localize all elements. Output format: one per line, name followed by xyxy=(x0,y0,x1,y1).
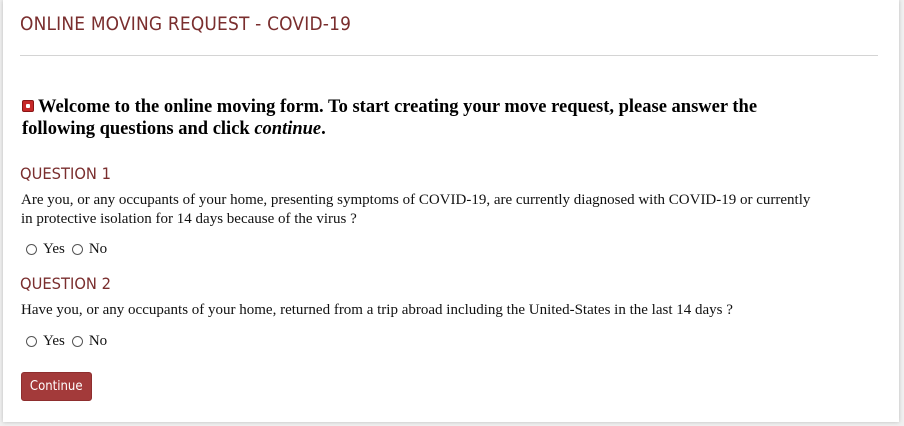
welcome-text: Welcome to the online moving form. To st… xyxy=(22,97,758,139)
square-bullet-icon xyxy=(22,100,34,112)
question-2-no-radio[interactable] xyxy=(71,335,83,347)
question-1-no-label[interactable]: No xyxy=(89,241,107,258)
question-2-yes-radio[interactable] xyxy=(26,335,37,347)
welcome-message: Welcome to the online moving form. To st… xyxy=(22,96,822,140)
welcome-continue-emphasis: continue xyxy=(254,119,322,139)
title-divider xyxy=(20,55,878,56)
question-2-no-label[interactable]: No xyxy=(89,333,107,350)
continue-button-label: Continue xyxy=(30,379,83,394)
question-2-yes-label[interactable]: Yes xyxy=(43,333,65,350)
question-2-heading: QUESTION 2 xyxy=(20,274,111,293)
page-title: ONLINE MOVING REQUEST - COVID-19 xyxy=(20,14,352,35)
question-2-options: Yes No xyxy=(26,332,114,350)
continue-button[interactable]: Continue xyxy=(21,372,92,401)
question-1-heading: QUESTION 1 xyxy=(20,164,111,183)
question-1-options: Yes No xyxy=(26,240,114,258)
question-1-no-radio[interactable] xyxy=(71,243,83,255)
question-2-text: Have you, or any occupants of your home,… xyxy=(21,302,733,318)
welcome-text-end: . xyxy=(321,119,326,139)
question-1-yes-label[interactable]: Yes xyxy=(43,241,65,258)
question-1-yes-radio[interactable] xyxy=(26,243,37,255)
question-1-text: Are you, or any occupants of your home, … xyxy=(21,192,811,227)
